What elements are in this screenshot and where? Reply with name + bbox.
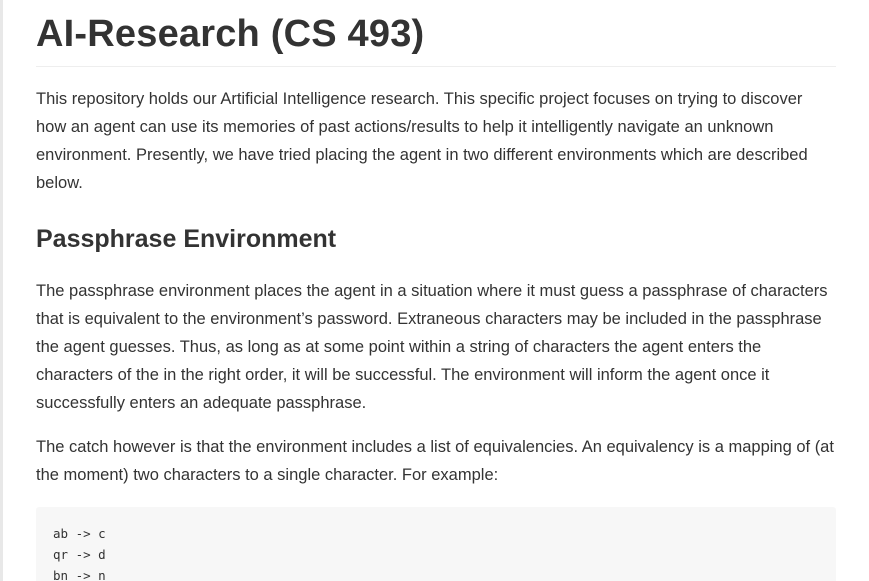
- code-line: qr -> d: [53, 547, 106, 562]
- passphrase-description-paragraph: The passphrase environment places the ag…: [36, 282, 828, 412]
- code-block: ab -> c qr -> d bn -> n: [36, 507, 836, 581]
- title-divider: [36, 66, 836, 67]
- code-line: ab -> c: [53, 526, 106, 541]
- equivalency-paragraph: The catch however is that the environmen…: [36, 438, 834, 484]
- left-border: [0, 0, 3, 581]
- page-title: AI-Research (CS 493): [36, 13, 425, 55]
- section-heading-passphrase: Passphrase Environment: [36, 225, 337, 253]
- code-line: bn -> n: [53, 568, 106, 581]
- intro-paragraph: This repository holds our Artificial Int…: [36, 90, 808, 192]
- readme-content: AI-Research (CS 493) This repository hol…: [36, 0, 836, 581]
